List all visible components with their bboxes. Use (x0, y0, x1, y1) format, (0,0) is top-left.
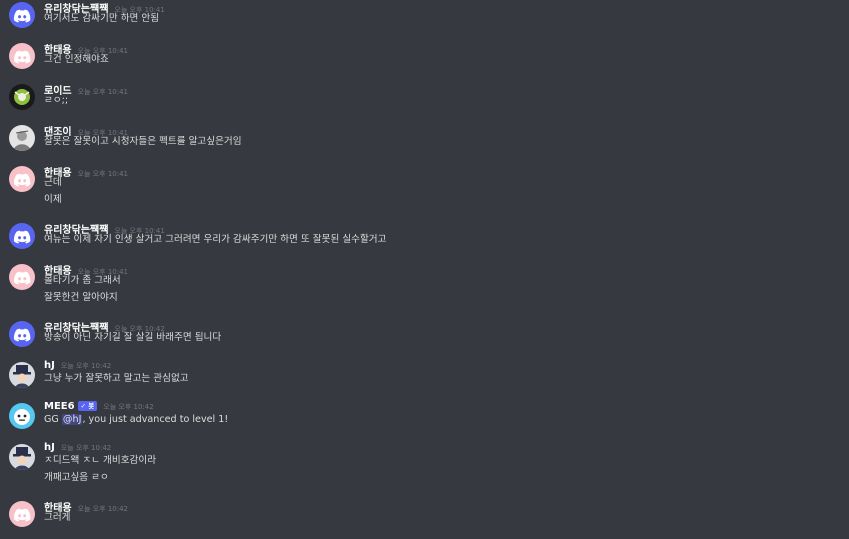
avatar[interactable] (9, 264, 35, 290)
message-text: 그러게 (44, 512, 71, 523)
user-avatar-icon (9, 84, 35, 110)
message-text-segment: GG (44, 414, 62, 425)
mee6-bot-icon (9, 403, 35, 429)
avatar[interactable] (9, 2, 35, 28)
avatar[interactable] (9, 403, 35, 429)
discord-logo-icon (9, 166, 35, 192)
timestamp: 오늘 오후 10:42 (60, 362, 112, 370)
avatar[interactable] (9, 84, 35, 110)
timestamp: 오늘 오후 10:41 (77, 88, 128, 96)
username[interactable]: hJ (44, 360, 55, 371)
discord-logo-icon (9, 2, 35, 28)
avatar[interactable] (9, 321, 35, 347)
message-text: 그냥 누가 잘못하고 말고는 관심없고 (44, 373, 189, 384)
discord-logo-icon (9, 223, 35, 249)
timestamp: 오늘 오후 10:42 (60, 444, 112, 452)
message-text: ㅈ디드왝 ㅈㄴ 개비호감이라 (44, 455, 157, 466)
discord-logo-icon (9, 264, 35, 290)
message-text-segment: , you just advanced to level 1! (82, 414, 229, 425)
avatar[interactable] (9, 125, 35, 151)
timestamp: 오늘 오후 10:42 (103, 403, 154, 411)
discord-logo-icon (9, 43, 35, 69)
message-text: 근데 (44, 177, 62, 188)
avatar[interactable] (9, 43, 35, 69)
message-text: ㄹㅇ;; (44, 95, 69, 106)
avatar[interactable] (9, 362, 35, 388)
username[interactable]: MEE6 (44, 401, 75, 412)
user-avatar-icon (9, 362, 35, 388)
message-text: 여기서도 감싸기만 하면 안됨 (44, 13, 160, 24)
user-avatar-icon (9, 125, 35, 151)
avatar[interactable] (9, 223, 35, 249)
timestamp: 오늘 오후 10:41 (77, 170, 128, 178)
username[interactable]: hJ (44, 442, 55, 453)
chat-message-list: 유리창닦는쨱쨱 오늘 오후 10:41 여기서도 감싸기만 하면 안됨 한태용 오늘 오… (0, 0, 849, 539)
message-text: 잘못한건 알아야지 (44, 292, 118, 303)
avatar[interactable] (9, 166, 35, 192)
message-text: 여뉴는 이제 자기 인생 살거고 그러려면 우리가 감싸주기만 하면 또 잘못된… (44, 234, 387, 245)
message-text: 몰타기가 좀 그래서 (44, 275, 121, 286)
avatar[interactable] (9, 501, 35, 527)
avatar[interactable] (9, 444, 35, 470)
timestamp: 오늘 오후 10:42 (77, 505, 128, 513)
bot-badge: ✓ 봇 (77, 401, 98, 411)
user-avatar-icon (9, 444, 35, 470)
discord-logo-icon (9, 501, 35, 527)
message-text: 잘못은 잘못이고 시청자들은 펙트를 알고싶은거임 (44, 136, 242, 147)
message-text: 방송이 아닌 자기길 잘 살길 바래주면 됩니다 (44, 332, 222, 343)
message-text: 이제 (44, 194, 62, 205)
message-text: 개패고싶음 ㄹㅇ (44, 472, 109, 483)
message-text: 그건 인정해야죠 (44, 54, 109, 65)
user-mention[interactable]: @hJ (61, 414, 83, 425)
discord-logo-icon (9, 321, 35, 347)
message-text: GG @hJ, you just advanced to level 1! (44, 413, 228, 427)
